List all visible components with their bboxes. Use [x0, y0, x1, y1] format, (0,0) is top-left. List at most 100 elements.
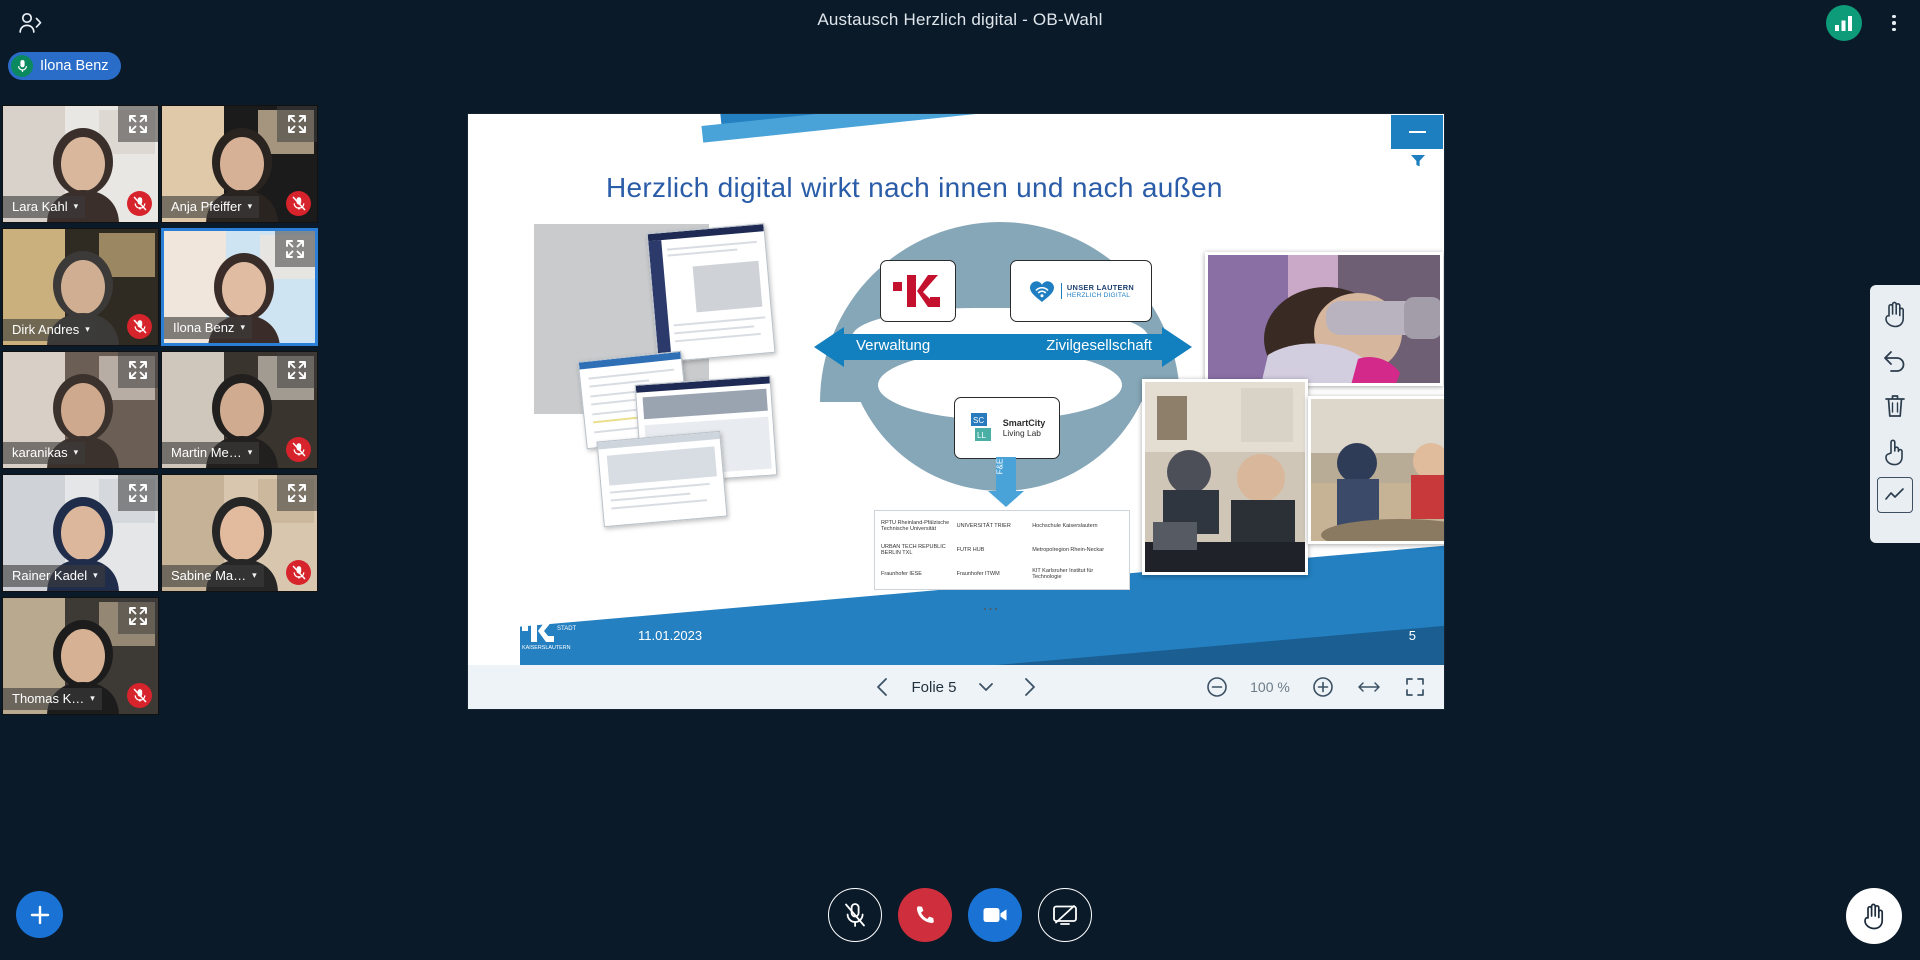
partner-logo: Hochschule Kaiserslautern [1032, 522, 1098, 529]
participant-tile[interactable]: Martin Me… ▾ [161, 351, 318, 469]
active-speaker-name: Ilona Benz [40, 58, 109, 74]
expand-tile-icon[interactable] [277, 352, 317, 388]
participant-tile[interactable]: Lara Kahl ▾ [2, 105, 159, 223]
participant-tile[interactable]: Ilona Benz ▾ [161, 228, 318, 346]
participant-name: Anja Pfeiffer [171, 199, 242, 214]
chevron-down-icon[interactable]: ▾ [252, 570, 257, 581]
slide-title: Herzlich digital wirkt nach innen und na… [606, 172, 1223, 203]
zoom-in-button[interactable] [1308, 672, 1338, 702]
participant-tile[interactable]: Dirk Andres ▾ [2, 228, 159, 346]
expand-tile-icon[interactable] [118, 106, 158, 142]
participant-name: Rainer Kadel [12, 568, 88, 583]
participant-tile[interactable]: Sabine Ma… ▾ [161, 474, 318, 592]
screen-share-button[interactable] [1038, 888, 1092, 942]
participant-tile[interactable]: Anja Pfeiffer ▾ [161, 105, 318, 223]
zoom-out-button[interactable] [1202, 672, 1232, 702]
expand-tile-icon[interactable] [277, 106, 317, 142]
previous-slide-button[interactable] [867, 672, 897, 702]
microphone-muted-icon [127, 683, 152, 708]
chevron-down-icon[interactable]: ▾ [74, 447, 79, 458]
expand-tile-icon[interactable] [277, 475, 317, 511]
participant-name-menu[interactable]: Ilona Benz ▾ [164, 317, 252, 339]
label-zivilgesellschaft: Zivilgesellschaft [1046, 337, 1152, 354]
footer-logo-kaiserslautern: STADT KAISERSLAUTERN [520, 617, 586, 651]
kebab-menu-icon[interactable] [1878, 6, 1910, 40]
participant-name-menu[interactable]: karanikas ▾ [3, 442, 86, 464]
expand-tile-icon[interactable] [118, 598, 158, 634]
active-speaker-chip: Ilona Benz [8, 52, 121, 80]
partner-logo: RPTU Rheinland-Pfälzische Technische Uni… [881, 519, 950, 532]
participant-name: karanikas [12, 445, 68, 460]
slide-select-dropdown[interactable] [971, 672, 1001, 702]
partner-logo: KIT Karlsruher Institut für Technologie [1032, 568, 1094, 581]
slide-indicator: Folie 5 [911, 678, 957, 696]
microphone-muted-icon [286, 560, 311, 585]
line-chart-icon[interactable] [1877, 477, 1913, 513]
photo-workshop-lab [1142, 379, 1308, 575]
logo-unser-lautern-line2: HERZLICH DIGITAL [1066, 292, 1131, 299]
slide-viewport[interactable]: Herzlich digital wirkt nach innen und na… [468, 114, 1444, 665]
participant-name-menu[interactable]: Rainer Kadel ▾ [3, 565, 105, 587]
microphone-muted-icon [127, 191, 152, 216]
raise-hand-button[interactable] [1846, 888, 1902, 944]
camera-button[interactable] [968, 888, 1022, 942]
diagram-fe-arrow: F&E [986, 457, 1026, 509]
label-verwaltung: Verwaltung [856, 337, 931, 354]
partner-logo: FUTR HUB [956, 546, 985, 553]
microphone-muted-icon [286, 437, 311, 462]
chevron-down-icon[interactable]: ▾ [90, 693, 95, 704]
chevron-down-icon[interactable]: ▾ [240, 322, 245, 333]
fullscreen-button[interactable] [1400, 672, 1430, 702]
participant-tile[interactable]: Rainer Kadel ▾ [2, 474, 159, 592]
slide-screenshot-montage [534, 223, 784, 544]
chevron-down-icon[interactable]: ▾ [93, 570, 98, 581]
chevron-down-icon[interactable]: ▾ [248, 201, 253, 212]
expand-tile-icon[interactable] [118, 352, 158, 388]
partner-logo: UNIVERSITÄT TRIER [956, 522, 1011, 529]
expand-tile-icon[interactable] [275, 231, 315, 267]
fit-width-button[interactable] [1354, 672, 1384, 702]
logo-smartcity-line1: SmartCity [1002, 418, 1046, 428]
participant-name-menu[interactable]: Lara Kahl ▾ [3, 196, 86, 218]
participant-name-menu[interactable]: Thomas K… ▾ [3, 688, 102, 710]
chevron-down-icon[interactable]: ▾ [74, 201, 79, 212]
partner-logo: Fraunhofer IESE [881, 571, 922, 578]
arrow-left-head [814, 327, 844, 367]
diagram-double-arrow: Verwaltung Zivilgesellschaft [814, 327, 1192, 367]
trash-icon[interactable] [1874, 385, 1916, 427]
leave-call-button[interactable] [898, 888, 952, 942]
participant-name: Lara Kahl [12, 199, 68, 214]
participant-tile[interactable]: karanikas ▾ [2, 351, 159, 469]
expand-tile-icon[interactable] [118, 475, 158, 511]
add-button[interactable] [16, 891, 63, 938]
partner-logo: Metropolregion Rhein-Neckar [1032, 546, 1105, 553]
minimize-presentation-button[interactable] [1391, 115, 1443, 149]
slide-date: 11.01.2023 [638, 628, 703, 643]
participant-name-menu[interactable]: Martin Me… ▾ [162, 442, 260, 464]
microphone-icon [11, 55, 33, 77]
logo-smartcity-line2: Living Lab [1002, 428, 1041, 438]
funnel-icon[interactable] [1410, 154, 1426, 168]
call-controls [828, 888, 1092, 942]
hand-icon[interactable] [1874, 293, 1916, 335]
arrow-right-head [1162, 327, 1192, 367]
svg-text:SC: SC [973, 416, 984, 425]
slide-canvas: Herzlich digital wirkt nach innen und na… [520, 114, 1444, 665]
top-bar: Austausch Herzlich digital - OB-Wahl [0, 0, 1920, 45]
undo-arrow-icon[interactable] [1874, 339, 1916, 381]
participant-name-menu[interactable]: Dirk Andres ▾ [3, 319, 97, 341]
next-slide-button[interactable] [1015, 672, 1045, 702]
participant-name-menu[interactable]: Sabine Ma… ▾ [162, 565, 264, 587]
partner-logo: Fraunhofer ITWM [956, 571, 1000, 578]
chevron-down-icon[interactable]: ▾ [248, 447, 253, 458]
participant-name-menu[interactable]: Anja Pfeiffer ▾ [162, 196, 260, 218]
participant-tile[interactable]: Thomas K… ▾ [2, 597, 159, 715]
logo-smartcity-living-lab: SC LL SmartCity Living Lab [954, 397, 1060, 459]
annotation-toolbar [1870, 285, 1920, 543]
mute-microphone-button[interactable] [828, 888, 882, 942]
zoom-level-label: 100 % [1250, 679, 1290, 695]
pointer-hand-icon[interactable] [1874, 431, 1916, 473]
connection-status-button[interactable] [1826, 5, 1862, 41]
chevron-down-icon[interactable]: ▾ [85, 324, 90, 335]
svg-text:LL: LL [977, 431, 986, 440]
